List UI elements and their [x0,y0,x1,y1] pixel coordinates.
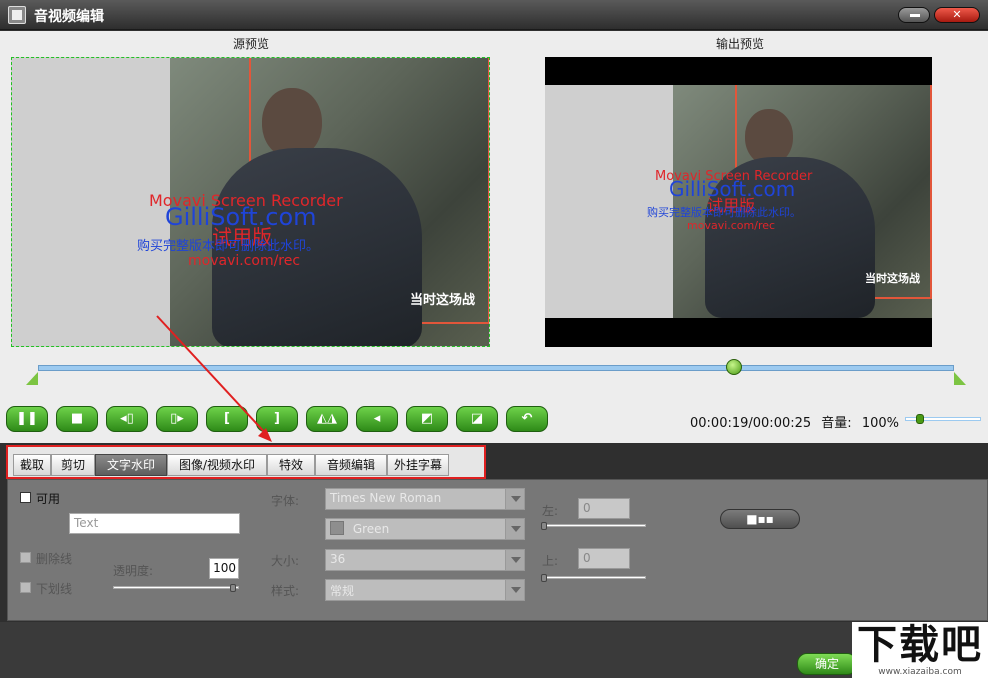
chevron-down-icon [505,580,524,600]
edit-tabs: 截取 剪切 文字水印 图像/视频水印 特效 音频编辑 外挂字幕 [6,445,486,479]
timeline-track[interactable] [38,365,954,371]
color-select-value: Green [352,522,390,536]
flip-mirror-button[interactable]: ◪ [456,406,498,432]
top-input[interactable]: 0 [578,548,630,569]
flip-horizontal-icon: ◭◮ [317,411,337,426]
style-label: 样式: [271,584,300,598]
size-label: 大小: [271,554,300,568]
pause-button[interactable]: ❚❚ [6,406,48,432]
next-frame-icon: ▯▸ [170,411,184,426]
color-swatch [330,521,344,535]
window-title: 音视频编辑 [34,9,104,25]
timeline-knob[interactable] [726,359,743,375]
title-bar: 音视频编辑 ✕ [0,0,988,30]
color-select[interactable]: Green [325,518,525,540]
watermark-line5: movavi.com/rec [188,253,301,269]
logo-url: www.xiazaiba.com [878,667,962,677]
footer: 确定 下载吧 www.xiazaiba.com [0,622,988,678]
rotate-left-button[interactable]: ◂ [356,406,398,432]
tab-2[interactable]: 文字水印 [95,454,167,476]
watermark-line4: 购买完整版本即可删除此水印。 [137,239,320,254]
app-icon [8,6,26,24]
ok-button[interactable]: 确定 [797,653,857,675]
underline-label: 下划线 [36,582,73,596]
output-watermark-line4: 购买完整版本即可删除此水印。 [647,206,801,219]
style-select-value: 常规 [330,584,355,598]
output-watermark-line5: movavi.com/rec [687,219,776,232]
chevron-down-icon [505,519,524,539]
volume-label: 音量: [821,416,852,431]
site-logo: 下载吧 www.xiazaiba.com [852,622,988,678]
font-select[interactable]: Times New Roman [325,488,525,510]
preview-area: 源预览 输出预览 Movavi Screen Recorder GilliSof… [0,31,988,443]
output-gray-area [545,85,675,318]
mirror-icon: ◪ [470,411,484,426]
flip-vertical-button[interactable]: ◩ [406,406,448,432]
left-slider-knob[interactable] [541,522,547,530]
strikethrough-label: 删除线 [36,552,73,566]
tab-3[interactable]: 图像/视频水印 [167,454,267,476]
style-select[interactable]: 常规 [325,579,525,601]
size-select[interactable]: 36 [325,549,525,571]
strikethrough-checkbox[interactable] [20,552,31,563]
opacity-slider[interactable] [113,586,239,589]
size-select-value: 36 [330,552,346,566]
tab-1[interactable]: 剪切 [51,454,95,476]
left-slider[interactable] [542,524,646,527]
top-slider-knob[interactable] [541,574,547,582]
bracket-right-icon: ] [274,411,280,426]
bracket-left-icon: [ [224,411,230,426]
time-display: 00:00:19/00:00:25 音量: 100% [690,412,899,431]
stop-icon: ■ [70,411,84,426]
tab-6[interactable]: 外挂字幕 [387,454,449,476]
mark-in-button[interactable]: [ [206,406,248,432]
font-label: 字体: [271,494,300,508]
stop-button[interactable]: ■ [56,406,98,432]
chevron-down-icon [505,489,524,509]
time-readout: 00:00:19/00:00:25 [690,416,812,431]
close-button[interactable]: ✕ [934,7,980,23]
top-slider[interactable] [542,576,646,579]
volume-knob[interactable] [916,414,925,424]
trim-start-marker[interactable] [26,372,38,385]
enable-label: 可用 [36,492,61,506]
prev-frame-icon: ◂▯ [120,411,134,426]
watermark-text-input[interactable]: Text [69,513,240,534]
position-grid-button[interactable]: ■▪▪ [720,509,800,529]
pause-icon: ❚❚ [16,411,38,426]
arrow-left-icon: ◂ [373,411,381,426]
source-preview[interactable]: Movavi Screen Recorder GilliSoft.com 试用版… [11,57,490,347]
chevron-down-icon [505,550,524,570]
top-label: 上: [542,554,559,568]
mark-out-button[interactable]: ] [256,406,298,432]
tab-0[interactable]: 截取 [13,454,51,476]
text-watermark-panel: 可用 Text 删除线 下划线 透明度: 100 字体: Times New R… [7,479,988,621]
logo-text: 下载吧 [857,622,983,668]
left-label: 左: [542,504,559,518]
grid-icon: ■▪▪ [746,512,774,526]
undo-icon: ↶ [521,411,533,426]
font-select-value: Times New Roman [330,491,442,505]
next-frame-button[interactable]: ▯▸ [156,406,198,432]
prev-frame-button[interactable]: ◂▯ [106,406,148,432]
tab-5[interactable]: 音频编辑 [315,454,387,476]
opacity-label: 透明度: [113,564,154,578]
output-video-caption: 当时这场战 [865,272,920,285]
flip-vertical-icon: ◩ [420,411,434,426]
volume-value: 100% [861,416,899,431]
output-preview: Movavi Screen Recorder GilliSoft.com 试用版… [545,57,932,347]
source-preview-label: 源预览 [233,37,270,51]
minimize-button[interactable] [898,7,930,23]
video-caption: 当时这场战 [410,293,476,308]
output-preview-label: 输出预览 [716,37,765,51]
undo-button[interactable]: ↶ [506,406,548,432]
flip-horizontal-button[interactable]: ◭◮ [306,406,348,432]
opacity-slider-knob[interactable] [230,584,236,592]
trim-end-marker[interactable] [954,372,966,385]
tab-4[interactable]: 特效 [267,454,315,476]
opacity-value[interactable]: 100 [209,558,239,579]
enable-checkbox[interactable] [20,492,31,503]
left-input[interactable]: 0 [578,498,630,519]
underline-checkbox[interactable] [20,582,31,593]
